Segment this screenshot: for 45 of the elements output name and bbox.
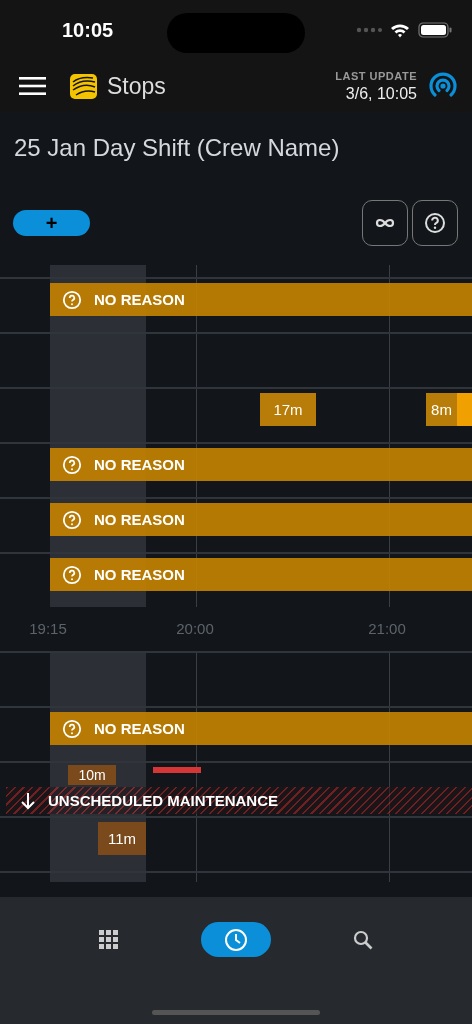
stop-bar-edge [457,393,472,426]
duration-chip[interactable]: 8m [426,393,457,426]
app-title: Stops [107,72,166,100]
duration-chip[interactable]: 11m [98,822,146,855]
clock-icon [224,927,248,952]
help-icon [62,564,82,585]
duration-chip[interactable]: 17m [260,393,316,426]
wifi-icon [390,22,410,38]
reason-label: NO REASON [94,511,185,528]
help-icon [423,211,447,235]
battery-icon [418,22,452,38]
maintenance-band[interactable]: UNSCHEDULED MAINTENANCE [6,787,472,814]
help-icon [62,509,82,530]
apps-icon [99,929,120,950]
axis-label: 20:00 [176,620,214,637]
shift-title: 25 Jan Day Shift (Crew Name) [13,133,341,163]
reason-bar[interactable]: NO REASON [50,503,472,536]
add-button[interactable]: + [13,210,90,236]
reason-label: NO REASON [94,720,185,737]
reason-label: NO REASON [94,566,185,583]
reason-bar[interactable]: NO REASON [50,558,472,591]
last-update-label: LAST UPDATE [335,69,417,82]
reason-bar[interactable]: NO REASON [50,712,472,745]
menu-icon[interactable] [19,76,47,96]
stop-marker [153,767,201,773]
last-update-time: 3/6, 10:05 [345,84,417,103]
signal-icon [356,27,382,33]
help-icon [62,718,82,739]
search-icon [352,929,373,950]
status-time: 10:05 [62,18,115,42]
axis-label: 19:15 [29,620,67,637]
help-icon [62,454,82,475]
reason-label: NO REASON [94,456,185,473]
clock-tab[interactable] [201,922,271,957]
maintenance-label: UNSCHEDULED MAINTENANCE [48,792,278,809]
reason-bar[interactable]: NO REASON [50,283,472,316]
axis-label: 21:00 [368,620,406,637]
down-arrow-icon [20,791,36,810]
help-icon [62,289,82,310]
help-button[interactable] [412,200,458,246]
reason-bar[interactable]: NO REASON [50,448,472,481]
reason-label: NO REASON [94,291,185,308]
duration-chip[interactable]: 10m [68,765,116,785]
app-logo-icon [70,73,97,99]
link-button[interactable] [362,200,408,246]
